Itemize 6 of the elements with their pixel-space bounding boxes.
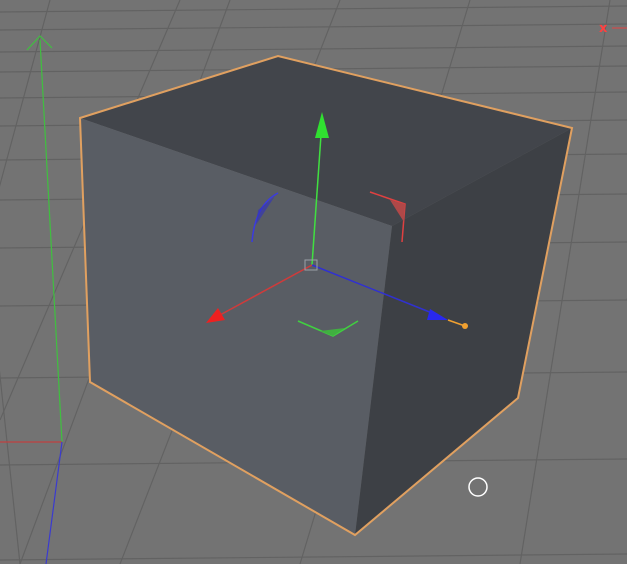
cube-drawing[interactable]	[78, 54, 574, 536]
move-gizmo-drawing[interactable]	[206, 112, 468, 337]
3d-viewport[interactable]: x	[0, 0, 627, 564]
cursor-circle-icon	[468, 477, 488, 497]
axis-line	[612, 27, 627, 29]
axis-label: x	[599, 21, 608, 36]
